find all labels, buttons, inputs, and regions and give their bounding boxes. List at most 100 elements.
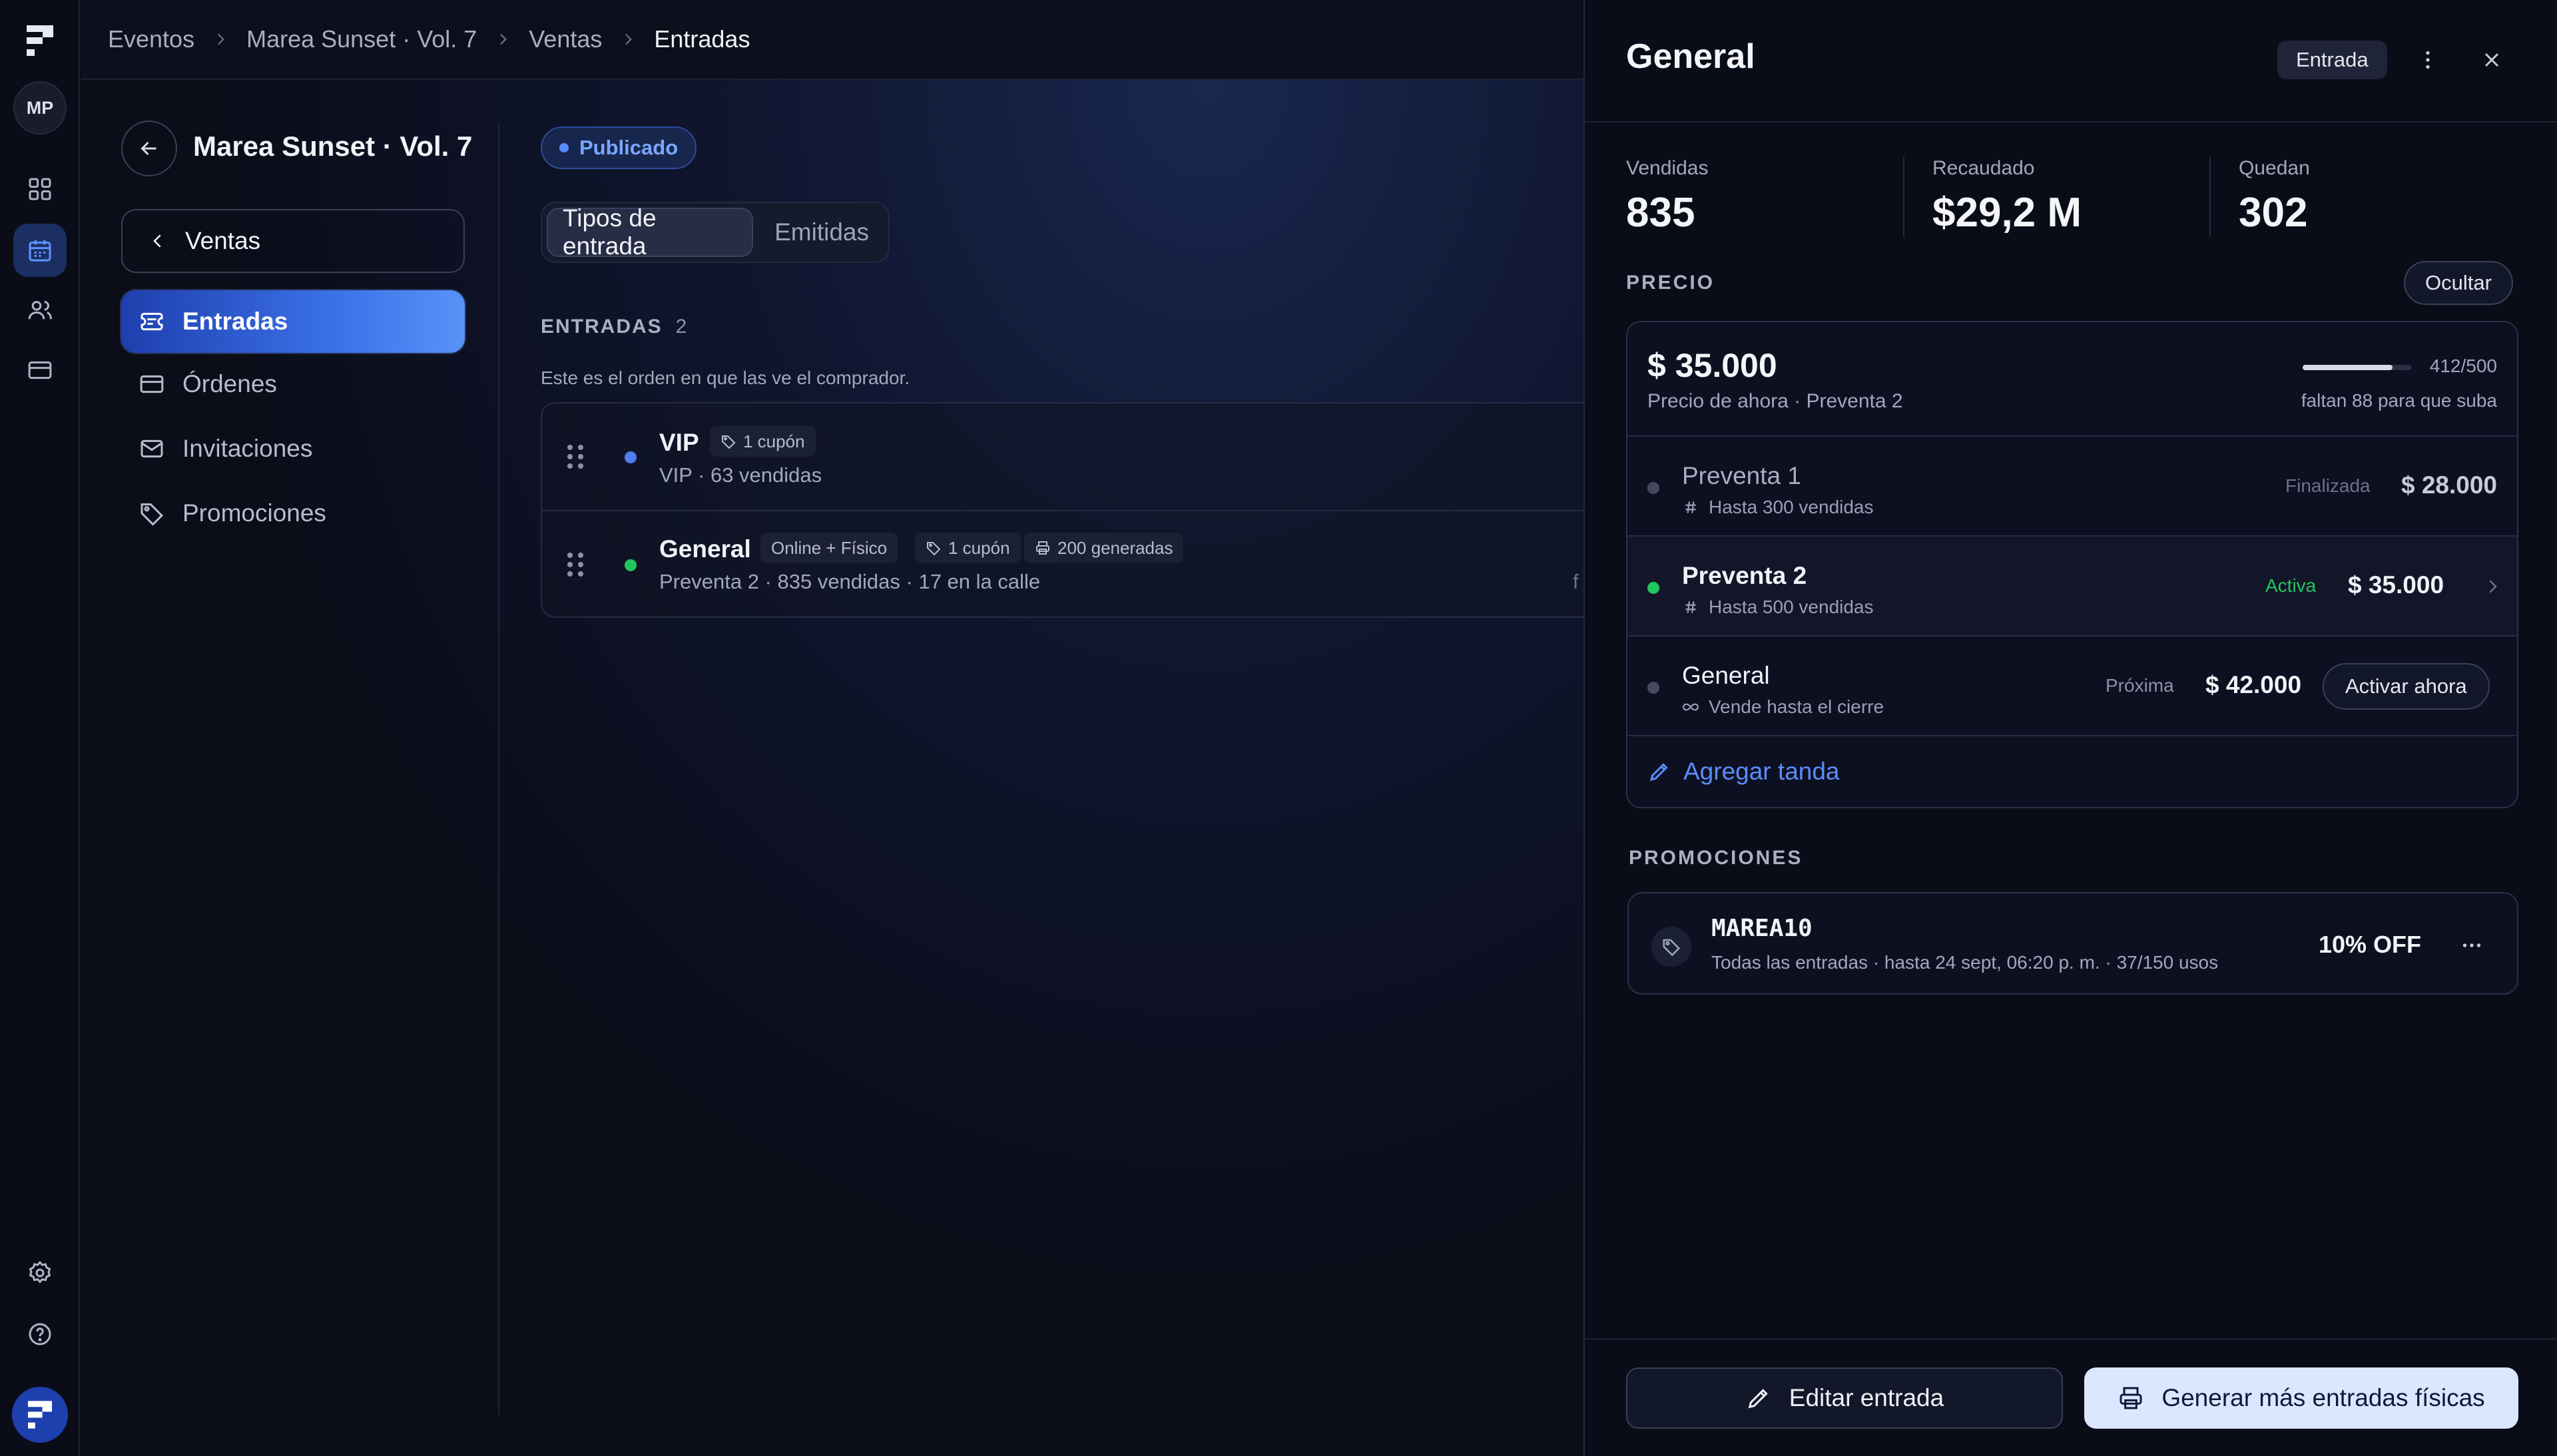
chevron-right-icon <box>218 33 224 45</box>
sidebar-item-ordenes[interactable]: Órdenes <box>121 353 465 415</box>
chevron-right-icon <box>500 33 507 45</box>
current-price-sub: Precio de ahora · Preventa 2 <box>1647 390 1903 412</box>
promo-discount: 10% OFF <box>2319 931 2422 958</box>
price-section-title: PRECIO <box>1626 272 1715 294</box>
current-price-panel: $ 35.000 Precio de ahora · Preventa 2 41… <box>1627 322 2517 437</box>
edit-ticket-button[interactable]: Editar entrada <box>1626 1367 2063 1429</box>
rail-billing-icon[interactable] <box>13 344 67 397</box>
tier-name: Preventa 1 <box>1682 462 1801 489</box>
event-title: Marea Sunset · Vol. 7 <box>193 130 473 162</box>
stat-recaudado: Recaudado $29,2 M <box>1932 157 2082 236</box>
promo-details: Todas las entradas · hasta 24 sept, 06:2… <box>1711 952 2219 973</box>
tier-row-preventa-2[interactable]: Preventa 2 Hasta 500 vendidas Activa $ 3… <box>1627 537 2517 636</box>
channel-chip: Online + Físico <box>760 533 898 563</box>
arrow-left-icon <box>141 141 156 156</box>
price-card: $ 35.000 Precio de ahora · Preventa 2 41… <box>1626 321 2518 808</box>
pencil-icon <box>1649 763 1668 782</box>
tab-tipos-de-entrada[interactable]: Tipos de entrada <box>547 204 754 260</box>
hash-icon <box>1685 601 1696 613</box>
stat-vendidas: Vendidas 835 <box>1626 157 1708 236</box>
breadcrumb-current: Entradas <box>654 25 750 53</box>
sidebar-item-entradas[interactable]: Entradas <box>121 290 465 353</box>
rail-dashboard-icon[interactable] <box>13 162 67 216</box>
chevron-right-icon <box>2489 580 2497 593</box>
main-area <box>81 80 1583 1456</box>
add-tier-button[interactable]: Agregar tanda <box>1647 758 1840 786</box>
ticket-row-general[interactable]: General Online + Físico 1 cupón 200 gene… <box>542 510 1585 616</box>
chip-label: Online + Físico <box>771 537 888 558</box>
top-bar: Eventos Marea Sunset · Vol. 7 Ventas Ent… <box>81 0 1583 80</box>
add-tier-label: Agregar tanda <box>1683 758 1840 785</box>
sidebar-item-invitaciones[interactable]: Invitaciones <box>121 417 465 480</box>
footer-divider <box>1585 1338 2557 1339</box>
back-button[interactable] <box>121 121 177 176</box>
ticket-sub: VIP · 63 vendidas <box>659 463 822 487</box>
current-price: $ 35.000 <box>1647 347 1777 384</box>
ticket-name: General <box>659 535 751 563</box>
rail-calendar-icon[interactable] <box>13 224 67 277</box>
ventas-back-button[interactable]: Ventas <box>121 209 465 273</box>
ticket-row-vip[interactable]: VIP 1 cupón VIP · 63 vendidas <box>542 403 1585 510</box>
user-avatar[interactable]: MP <box>13 81 67 134</box>
status-label: Publicado <box>579 136 679 159</box>
tier-row-preventa-1[interactable]: Preventa 1 Hasta 300 vendidas Finalizada… <box>1627 437 2517 537</box>
sidebar-item-label: Órdenes <box>182 370 277 397</box>
stat-quedan: Quedan 302 <box>2239 157 2310 236</box>
more-vertical-icon[interactable] <box>2411 43 2445 77</box>
workspace-logo-icon[interactable] <box>12 1387 68 1443</box>
edit-ticket-label: Editar entrada <box>1789 1384 1944 1411</box>
sidebar-item-promociones[interactable]: Promociones <box>121 482 465 545</box>
drag-handle-icon[interactable] <box>566 443 585 470</box>
stat-value: 835 <box>1626 190 1695 236</box>
column-divider <box>498 122 499 1415</box>
progress-count: 412/500 <box>2429 356 2497 376</box>
progress-note: faltan 88 para que suba <box>2301 390 2497 411</box>
tag-icon <box>141 503 164 526</box>
drawer-header-divider <box>1585 121 2557 122</box>
ticket-name: VIP <box>659 429 699 456</box>
tier-sub-label: Hasta 300 vendidas <box>1709 497 1874 517</box>
tier-row-general[interactable]: General Vende hasta el cierre Próxima $ … <box>1627 636 2517 736</box>
help-icon[interactable] <box>13 1308 67 1361</box>
ticket-list: VIP 1 cupón VIP · 63 vendidas General On… <box>541 402 1585 618</box>
activate-now-button[interactable]: Activar ahora <box>2323 663 2490 710</box>
stat-value: 302 <box>2239 190 2308 236</box>
tier-sub-label: Hasta 500 vendidas <box>1709 597 1874 617</box>
stat-value: $29,2 M <box>1932 190 2082 236</box>
section-title: ENTRADAS <box>541 316 663 338</box>
stat-label: Recaudado <box>1932 157 2035 179</box>
stat-label: Vendidas <box>1626 157 1709 179</box>
promo-code: MAREA10 <box>1711 915 1813 942</box>
mail-icon <box>141 439 163 458</box>
tier-state: Próxima <box>2106 675 2174 696</box>
clipped-text: f <box>1573 570 1579 593</box>
brand-logo-icon[interactable] <box>27 25 53 56</box>
ticket-color-dot <box>625 559 637 571</box>
breadcrumb-event[interactable]: Marea Sunset · Vol. 7 <box>246 25 477 53</box>
rail-users-icon[interactable] <box>13 284 67 337</box>
settings-gear-icon[interactable] <box>13 1246 67 1300</box>
close-icon[interactable] <box>2474 43 2509 77</box>
sidebar-item-label: Invitaciones <box>182 435 313 462</box>
tier-name: General <box>1682 662 1770 689</box>
app-rail: MP <box>0 0 80 1456</box>
tier-name: Preventa 2 <box>1682 562 1807 589</box>
breadcrumb-eventos[interactable]: Eventos <box>108 25 194 53</box>
chevron-left-icon <box>153 234 161 248</box>
ticket-sub: Preventa 2 · 835 vendidas · 17 en la cal… <box>659 570 1041 593</box>
tier-sub: Vende hasta el cierre <box>1682 696 1884 718</box>
hide-price-button[interactable]: Ocultar <box>2404 261 2513 305</box>
more-horizontal-icon[interactable] <box>2454 928 2489 963</box>
promos-section-title: PROMOCIONES <box>1629 847 1803 869</box>
section-count: 2 <box>675 316 689 338</box>
printer-icon <box>1036 541 1049 555</box>
tag-icon <box>722 435 736 449</box>
stat-label: Quedan <box>2239 157 2310 179</box>
tab-emitidas[interactable]: Emitidas <box>760 208 884 257</box>
printer-icon <box>2120 1387 2142 1409</box>
generate-physical-tickets-button[interactable]: Generar más entradas físicas <box>2084 1367 2518 1429</box>
promo-card[interactable]: MAREA10 Todas las entradas · hasta 24 se… <box>1627 892 2518 995</box>
breadcrumb-ventas[interactable]: Ventas <box>529 25 602 53</box>
drawer-type-badge: Entrada <box>2277 41 2387 79</box>
drag-handle-icon[interactable] <box>566 551 585 578</box>
